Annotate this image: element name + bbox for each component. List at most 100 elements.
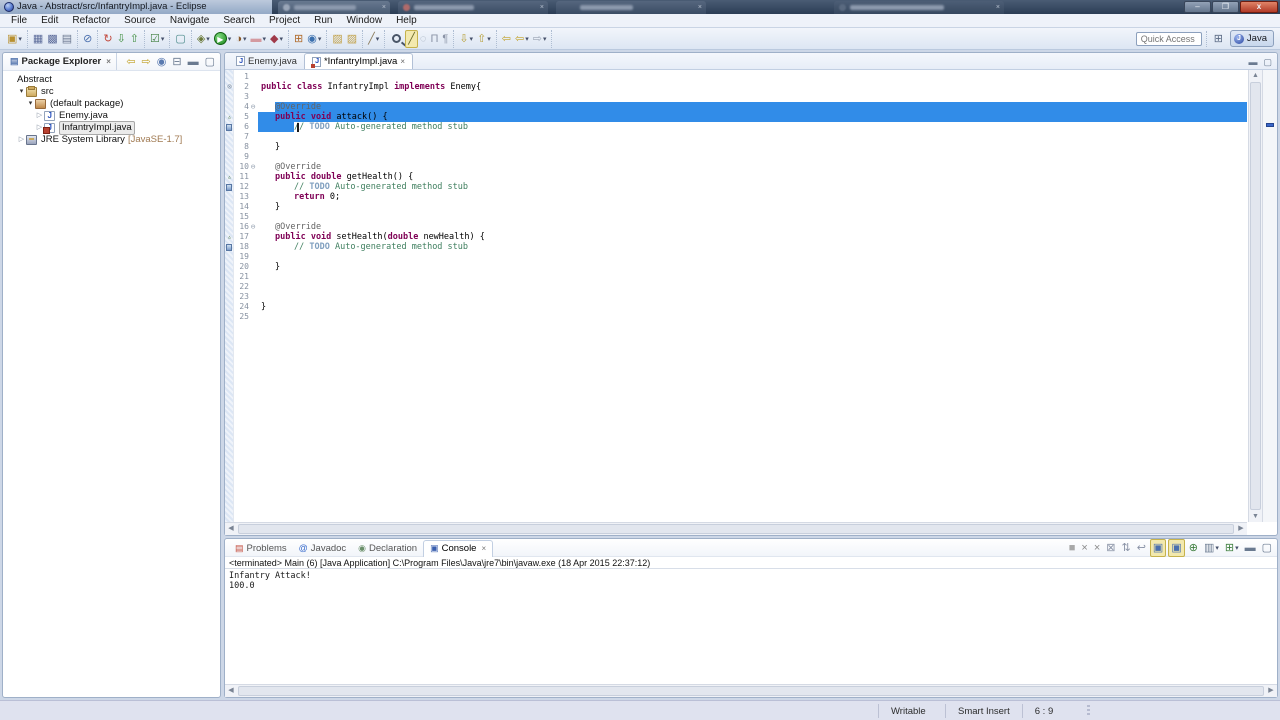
background-browser-tab[interactable]: × <box>556 1 706 14</box>
code-line-1[interactable]: 1 <box>225 72 1247 82</box>
code-text-cell[interactable]: @Override <box>257 162 1247 172</box>
code-line-8[interactable]: 8} <box>225 142 1247 152</box>
collapsed-arrow-icon[interactable]: ▷ <box>35 110 44 122</box>
console-view-tab-console[interactable]: ▣ Console × <box>423 539 494 557</box>
dropdown-arrow-icon[interactable]: ▾ <box>262 35 266 43</box>
code-line-13[interactable]: 13 return 0; <box>225 192 1247 202</box>
code-text-cell[interactable] <box>257 92 1247 102</box>
task-marker-icon[interactable] <box>225 122 234 132</box>
maximize-console-icon[interactable]: ▢ <box>1260 539 1274 557</box>
dropdown-arrow-icon[interactable]: ▾ <box>543 35 547 43</box>
code-text-cell[interactable]: public double getHealth() { <box>257 172 1247 182</box>
code-line-19[interactable]: 19 <box>225 252 1247 262</box>
dropdown-arrow-icon[interactable]: ▾ <box>525 35 529 43</box>
open-console-icon[interactable]: ⊞ ▾ <box>1223 539 1241 557</box>
link-with-editor-icon[interactable]: ◉ <box>155 53 169 71</box>
expanded-arrow-icon[interactable]: ▾ <box>26 98 35 110</box>
dropdown-arrow-icon[interactable]: ▾ <box>487 35 491 43</box>
previous-annotation-icon[interactable]: ⇧ ▾ <box>475 30 493 48</box>
menu-navigate[interactable]: Navigate <box>163 15 216 26</box>
code-text-cell[interactable]: public class InfantryImpl implements Ene… <box>257 82 1247 92</box>
tree-item-abstract[interactable]: Abstract <box>3 74 220 86</box>
horizontal-scrollbar-thumb[interactable] <box>238 524 1234 534</box>
code-line-9[interactable]: 9 <box>225 152 1247 162</box>
minimize-editor-icon[interactable]: ▬ <box>1247 55 1258 69</box>
new-launch-config-icon[interactable]: ▢ <box>173 30 187 48</box>
code-line-12[interactable]: 12 // TODO Auto-generated method stub <box>225 182 1247 192</box>
dropdown-arrow-icon[interactable]: ▾ <box>1215 544 1219 552</box>
code-line-23[interactable]: 23 <box>225 292 1247 302</box>
overview-ruler[interactable] <box>1262 70 1277 522</box>
code-line-22[interactable]: 22 <box>225 282 1247 292</box>
tree-item-src[interactable]: ▾ src <box>3 86 220 98</box>
code-line-24[interactable]: 24} <box>225 302 1247 312</box>
save-icon[interactable]: ▦ <box>31 30 45 48</box>
editor-vertical-scrollbar[interactable]: ▲ ▼ <box>1248 70 1262 522</box>
package-explorer-tab[interactable]: ▤ Package Explorer × <box>5 53 117 70</box>
profile-icon[interactable]: ▬ ▾ <box>248 30 268 48</box>
background-browser-tab[interactable]: × <box>834 1 1004 14</box>
menu-window[interactable]: Window <box>339 15 389 26</box>
tree-item-infantryimpl-java[interactable]: ▷InfantryImpl.java <box>3 121 220 135</box>
code-text-cell[interactable] <box>257 292 1247 302</box>
override-marker-icon[interactable]: ▵ <box>225 112 234 122</box>
search-icon[interactable] <box>388 30 405 48</box>
menu-refactor[interactable]: Refactor <box>65 15 117 26</box>
open-type-icon[interactable]: ◉ ▾ <box>305 30 323 48</box>
code-text-cell[interactable] <box>257 132 1247 142</box>
new-junit-test-icon[interactable]: ⊞ <box>292 30 305 48</box>
java-perspective-button[interactable]: J Java <box>1229 30 1274 47</box>
code-text-cell[interactable] <box>257 212 1247 222</box>
back-icon[interactable]: ⇦ <box>124 53 137 71</box>
show-console-on-stdout-icon[interactable]: ▣ <box>1149 538 1167 557</box>
tree-item--default-package-[interactable]: ▾ (default package) <box>3 98 220 110</box>
dropdown-arrow-icon[interactable]: ▾ <box>18 35 22 43</box>
scroll-left-icon[interactable]: ◀ <box>225 685 237 697</box>
show-console-on-stderr-icon[interactable]: ▣ <box>1168 538 1185 557</box>
dropdown-arrow-icon[interactable]: ▾ <box>228 35 232 43</box>
code-line-11[interactable]: ▵ 11 public double getHealth() { <box>225 172 1247 182</box>
status-grip[interactable] <box>1086 705 1090 717</box>
code-text-cell[interactable]: } <box>257 202 1247 212</box>
scroll-down-icon[interactable]: ▼ <box>1249 511 1262 522</box>
close-view-icon[interactable]: × <box>106 57 111 66</box>
import-icon[interactable]: ⇩ <box>115 30 128 48</box>
maximize-icon[interactable]: ▢ <box>203 53 217 71</box>
annotate-icon[interactable]: ╱ ▾ <box>366 30 381 48</box>
editor-horizontal-scrollbar[interactable]: ◀ ▶ <box>225 522 1247 535</box>
scroll-right-icon[interactable]: ▶ <box>1265 685 1277 697</box>
dropdown-arrow-icon[interactable]: ▾ <box>1235 544 1239 552</box>
code-line-16[interactable]: 16 ⊖ @Override <box>225 222 1247 232</box>
dropdown-arrow-icon[interactable]: ▾ <box>206 35 210 43</box>
menu-project[interactable]: Project <box>262 15 307 26</box>
close-tab-icon[interactable]: × <box>400 57 405 66</box>
scroll-lock-icon[interactable]: ⇅ <box>1119 539 1132 557</box>
collapse-all-icon[interactable]: ⊟ <box>170 53 183 71</box>
code-line-14[interactable]: 14} <box>225 202 1247 212</box>
code-line-17[interactable]: ▵ 17 public void setHealth(double newHealt… <box>225 232 1247 242</box>
code-line-18[interactable]: 18 // TODO Auto-generated method stub <box>225 242 1247 252</box>
dropdown-arrow-icon[interactable]: ▾ <box>318 35 322 43</box>
code-line-6[interactable]: 6 // TODO Auto-generated method stub <box>225 122 1247 132</box>
code-text-cell[interactable]: } <box>257 262 1247 272</box>
code-text-cell[interactable] <box>257 152 1247 162</box>
menu-help[interactable]: Help <box>389 15 424 26</box>
code-text-cell[interactable]: return 0; <box>257 192 1247 202</box>
menu-run[interactable]: Run <box>307 15 339 26</box>
code-text-cell[interactable]: // TODO Auto-generated method stub <box>257 242 1247 252</box>
code-text-cell[interactable]: } <box>257 142 1247 152</box>
vertical-scrollbar-thumb[interactable] <box>1250 82 1261 510</box>
word-wrap-icon[interactable]: ↩ <box>1135 539 1148 557</box>
occurrence-marker[interactable] <box>1266 123 1274 127</box>
mark-occurrences-icon[interactable]: ╱ <box>405 29 418 48</box>
debug-icon[interactable]: ◈ ▾ <box>195 30 212 48</box>
menu-file[interactable]: File <box>4 15 34 26</box>
console-output[interactable]: Infantry Attack! 100.0 <box>225 569 1277 591</box>
export-icon[interactable]: ⇧ <box>128 30 141 48</box>
code-line-2[interactable]: ⊗ 2 public class InfantryImpl implements E… <box>225 82 1247 92</box>
background-browser-tab[interactable]: × <box>398 1 548 14</box>
clear-console-icon[interactable]: ⊠ <box>1104 539 1117 557</box>
dropdown-arrow-icon[interactable]: ▾ <box>470 35 474 43</box>
back-icon[interactable]: ⇦ ▾ <box>513 30 531 48</box>
collapsed-arrow-icon[interactable]: ▷ <box>17 134 26 146</box>
